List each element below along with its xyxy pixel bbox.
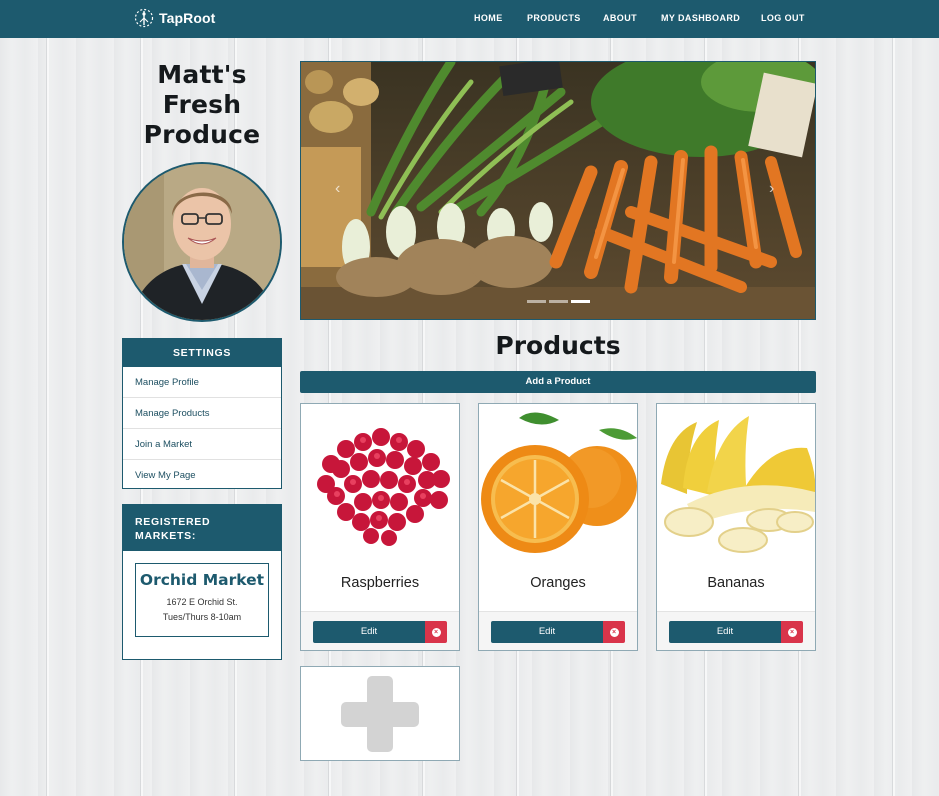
raspberries-image [301, 404, 459, 562]
hero-carousel: ‹ › [300, 61, 816, 320]
nav-home[interactable]: HOME [474, 13, 503, 23]
products-heading: Products [495, 331, 621, 360]
add-product-card[interactable] [300, 666, 460, 761]
card-footer: Edit × [657, 611, 815, 650]
nav-about[interactable]: ABOUT [603, 13, 637, 23]
shop-title-line: Produce [143, 120, 261, 149]
delete-product-button[interactable]: × [781, 621, 803, 643]
product-name: Oranges [530, 575, 586, 591]
settings-manage-profile[interactable]: Manage Profile [123, 367, 281, 398]
nav-log-out[interactable]: LOG OUT [761, 13, 805, 23]
nav-products[interactable]: PRODUCTS [527, 13, 581, 23]
carousel-indicator-active[interactable] [571, 300, 590, 303]
settings-panel: SETTINGS Manage Profile Manage Products … [122, 338, 282, 489]
carousel-indicator[interactable] [549, 300, 568, 303]
avatar-photo [124, 164, 280, 320]
produce-slide-image [301, 62, 815, 319]
shop-title-line: Matt's [157, 60, 247, 89]
delete-x-icon: × [431, 627, 441, 637]
settings-manage-products[interactable]: Manage Products [123, 398, 281, 429]
carousel-prev-icon[interactable]: ‹ [335, 180, 340, 198]
top-navbar: TapRoot HOME PRODUCTS ABOUT MY DASHBOARD… [0, 0, 939, 38]
delete-x-icon: × [609, 627, 619, 637]
markets-title: REGISTERED MARKETS: [123, 505, 281, 551]
carousel-next-icon[interactable]: › [769, 180, 774, 198]
edit-product-button[interactable]: Edit [313, 621, 425, 643]
product-card-bananas: Bananas Edit × [656, 403, 816, 651]
oranges-image [479, 404, 637, 562]
shop-title-line: Fresh [162, 90, 242, 119]
settings-view-my-page[interactable]: View My Page [123, 460, 281, 491]
shop-title: Matt's Fresh Produce [122, 60, 282, 150]
plus-icon-bar [341, 702, 419, 727]
carousel-indicators [527, 300, 590, 303]
edit-product-button[interactable]: Edit [669, 621, 781, 643]
edit-product-button[interactable]: Edit [491, 621, 603, 643]
card-footer: Edit × [301, 611, 459, 650]
nav-my-dashboard[interactable]: MY DASHBOARD [661, 13, 740, 23]
delete-x-icon: × [787, 627, 797, 637]
market-address: 1672 E Orchid St. [166, 597, 238, 607]
market-card[interactable]: Orchid Market 1672 E Orchid St. Tues/Thu… [135, 563, 269, 637]
settings-join-market[interactable]: Join a Market [123, 429, 281, 460]
profile-avatar [122, 162, 282, 322]
brand[interactable]: TapRoot [134, 8, 215, 28]
add-product-button[interactable]: Add a Product [300, 371, 816, 393]
taproot-logo-icon [134, 8, 154, 28]
market-name: Orchid Market [139, 571, 265, 589]
markets-title-line: MARKETS: [135, 530, 197, 542]
market-hours: Tues/Thurs 8-10am [162, 612, 242, 622]
product-name: Bananas [707, 575, 765, 591]
registered-markets-panel: REGISTERED MARKETS: Orchid Market 1672 E… [122, 504, 282, 660]
settings-title: SETTINGS [123, 339, 281, 367]
delete-product-button[interactable]: × [425, 621, 447, 643]
bananas-image [657, 404, 815, 562]
markets-title-line: REGISTERED [135, 516, 211, 528]
delete-product-button[interactable]: × [603, 621, 625, 643]
product-name: Raspberries [340, 575, 420, 591]
product-card-oranges: Oranges Edit × [478, 403, 638, 651]
brand-name: TapRoot [159, 10, 216, 26]
carousel-indicator[interactable] [527, 300, 546, 303]
product-card-raspberries: Raspberries Edit × [300, 403, 460, 651]
card-footer: Edit × [479, 611, 637, 650]
